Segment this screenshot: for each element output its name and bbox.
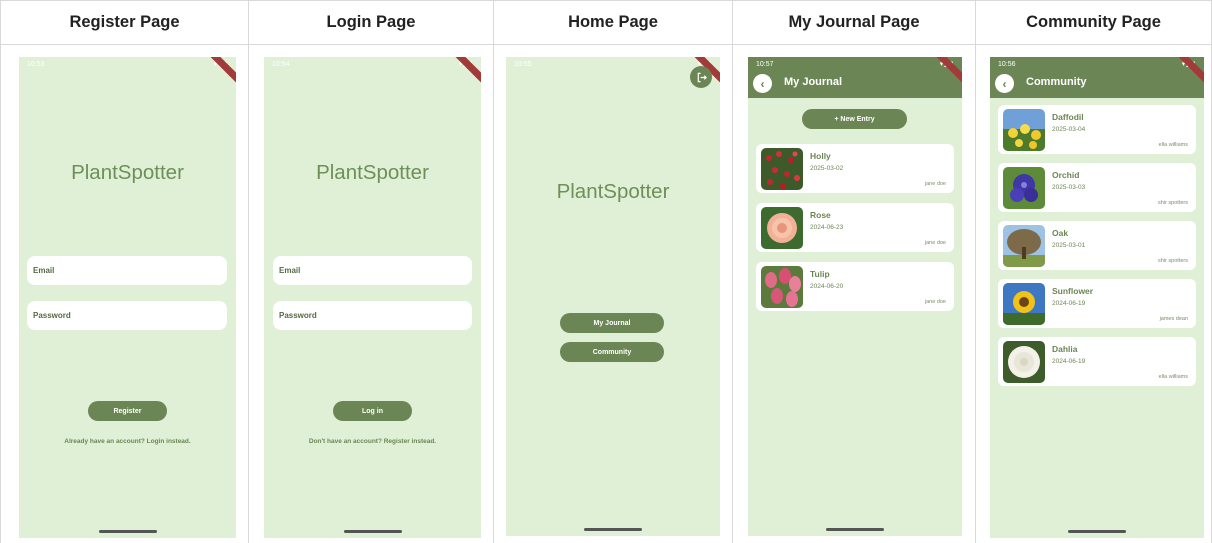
journal-phone-screen: 10:57 ▾◢▮ ‹ My Journal + New Entry Holly…: [748, 57, 962, 536]
register-phone-screen: 10:53 ▾◢▮ PlantSpotter Email Password Re…: [19, 57, 236, 538]
password-field[interactable]: Password: [27, 301, 227, 330]
journal-column: My Journal Page 10:57 ▾◢▮ ‹ My Journal +…: [733, 1, 976, 543]
journal-entry-card[interactable]: Holly 2025-03-02 jane doe: [756, 144, 954, 193]
register-header: Register Page: [1, 1, 248, 45]
home-indicator: [98, 530, 157, 533]
plant-thumbnail: [761, 148, 803, 190]
community-button[interactable]: Community: [560, 342, 664, 362]
entry-date: 2024-06-19: [1052, 300, 1086, 307]
login-column: Login Page 10:54 ▾◢▮ PlantSpotter Email …: [249, 1, 494, 543]
plant-name: Daffodil: [1052, 112, 1084, 122]
login-button[interactable]: Log in: [333, 401, 412, 421]
home-column: Home Page 10:55 ▾◢▮ PlantSpotter My Jour…: [494, 1, 733, 543]
community-entry-card[interactable]: Sunflower 2024-06-19 james dean: [998, 279, 1196, 328]
status-time: 10:53: [27, 60, 45, 68]
plant-name: Orchid: [1052, 170, 1080, 180]
plant-thumbnail: [1003, 167, 1045, 209]
app-title: PlantSpotter: [316, 161, 429, 184]
status-time: 10:55: [514, 60, 532, 68]
plant-thumbnail: [1003, 283, 1045, 325]
app-title: PlantSpotter: [71, 161, 184, 184]
plant-thumbnail: [1003, 341, 1045, 383]
login-instead-link[interactable]: Already have an account? Login instead.: [19, 438, 236, 445]
my-journal-button[interactable]: My Journal: [560, 313, 664, 333]
status-time: 10:54: [272, 60, 290, 68]
status-bar: 10:53 ▾◢▮: [27, 59, 228, 69]
register-button[interactable]: Register: [88, 401, 167, 421]
app-bar: 10:56 ▾◢▮ ‹ Community: [990, 57, 1204, 98]
logout-icon: [697, 72, 707, 82]
community-entry-card[interactable]: Dahlia 2024-06-19 ella williams: [998, 337, 1196, 386]
community-entry-card[interactable]: Orchid 2025-03-03 shir spotters: [998, 163, 1196, 212]
home-indicator: [1068, 530, 1126, 533]
register-column: Register Page 10:53 ▾◢▮ PlantSpotter Ema…: [1, 1, 249, 543]
home-phone-screen: 10:55 ▾◢▮ PlantSpotter My Journal Commun…: [506, 57, 720, 536]
status-time: 10:56: [998, 60, 1016, 68]
entry-date: 2024-06-23: [810, 224, 844, 231]
login-phone-screen: 10:54 ▾◢▮ PlantSpotter Email Password Lo…: [264, 57, 481, 538]
entry-user: ella williams: [1158, 374, 1188, 380]
plant-thumbnail: [761, 266, 803, 308]
journal-entry-card[interactable]: Tulip 2024-06-20 jane doe: [756, 262, 954, 311]
password-field[interactable]: Password: [273, 301, 472, 330]
plant-name: Sunflower: [1052, 286, 1094, 296]
entry-user: jane doe: [924, 240, 946, 246]
entry-user: ella williams: [1158, 142, 1188, 148]
entry-user: jane doe: [924, 299, 946, 305]
plant-name: Oak: [1052, 228, 1069, 238]
logout-button[interactable]: [690, 66, 712, 88]
journal-header: My Journal Page: [733, 1, 975, 45]
status-bar: 10:54 ▾◢▮: [272, 59, 473, 69]
home-indicator: [826, 528, 884, 531]
screens-grid: Register Page 10:53 ▾◢▮ PlantSpotter Ema…: [0, 0, 1212, 543]
email-field[interactable]: Email: [27, 256, 227, 285]
entry-date: 2025-03-03: [1052, 184, 1086, 191]
back-arrow-icon: ‹: [1002, 76, 1007, 91]
entry-user: shir spotters: [1158, 258, 1188, 264]
app-bar: 10:57 ▾◢▮ ‹ My Journal: [748, 57, 962, 98]
status-time: 10:57: [756, 60, 774, 68]
register-instead-link[interactable]: Don't have an account? Register instead.: [264, 438, 481, 445]
back-arrow-icon: ‹: [760, 76, 765, 91]
login-header: Login Page: [249, 1, 493, 45]
entry-date: 2025-03-04: [1052, 126, 1086, 133]
plant-name: Holly: [810, 151, 831, 161]
entry-date: 2025-03-01: [1052, 242, 1086, 249]
plant-thumbnail: [761, 207, 803, 249]
app-title: PlantSpotter: [556, 180, 670, 203]
entry-date: 2025-03-02: [810, 165, 844, 172]
email-field[interactable]: Email: [273, 256, 472, 285]
community-column: Community Page 10:56 ▾◢▮ ‹ Community Daf…: [976, 1, 1212, 543]
home-indicator: [343, 530, 402, 533]
page-title: My Journal: [784, 76, 843, 88]
home-header: Home Page: [494, 1, 732, 45]
entry-user: shir spotters: [1158, 200, 1188, 206]
page-title: Community: [1026, 76, 1087, 88]
plant-name: Dahlia: [1052, 344, 1078, 354]
new-entry-button[interactable]: + New Entry: [802, 109, 907, 129]
status-bar: 10:55 ▾◢▮: [514, 59, 712, 69]
community-entry-card[interactable]: Oak 2025-03-01 shir spotters: [998, 221, 1196, 270]
community-entry-card[interactable]: Daffodil 2025-03-04 ella williams: [998, 105, 1196, 154]
plant-name: Rose: [810, 210, 831, 220]
status-bar: 10:56 ▾◢▮: [998, 59, 1196, 69]
community-header: Community Page: [976, 1, 1211, 45]
home-indicator: [584, 528, 642, 531]
community-phone-screen: 10:56 ▾◢▮ ‹ Community Daffodil 2025-03-0…: [990, 57, 1204, 538]
plant-thumbnail: [1003, 225, 1045, 267]
back-button[interactable]: ‹: [753, 74, 772, 93]
plant-name: Tulip: [810, 269, 830, 279]
back-button[interactable]: ‹: [995, 74, 1014, 93]
entry-date: 2024-06-19: [1052, 358, 1086, 365]
status-bar: 10:57 ▾◢▮: [756, 59, 954, 69]
entry-date: 2024-06-20: [810, 283, 844, 290]
entry-user: james dean: [1159, 316, 1188, 322]
plant-thumbnail: [1003, 109, 1045, 151]
entry-user: jane doe: [924, 181, 946, 187]
journal-entry-card[interactable]: Rose 2024-06-23 jane doe: [756, 203, 954, 252]
